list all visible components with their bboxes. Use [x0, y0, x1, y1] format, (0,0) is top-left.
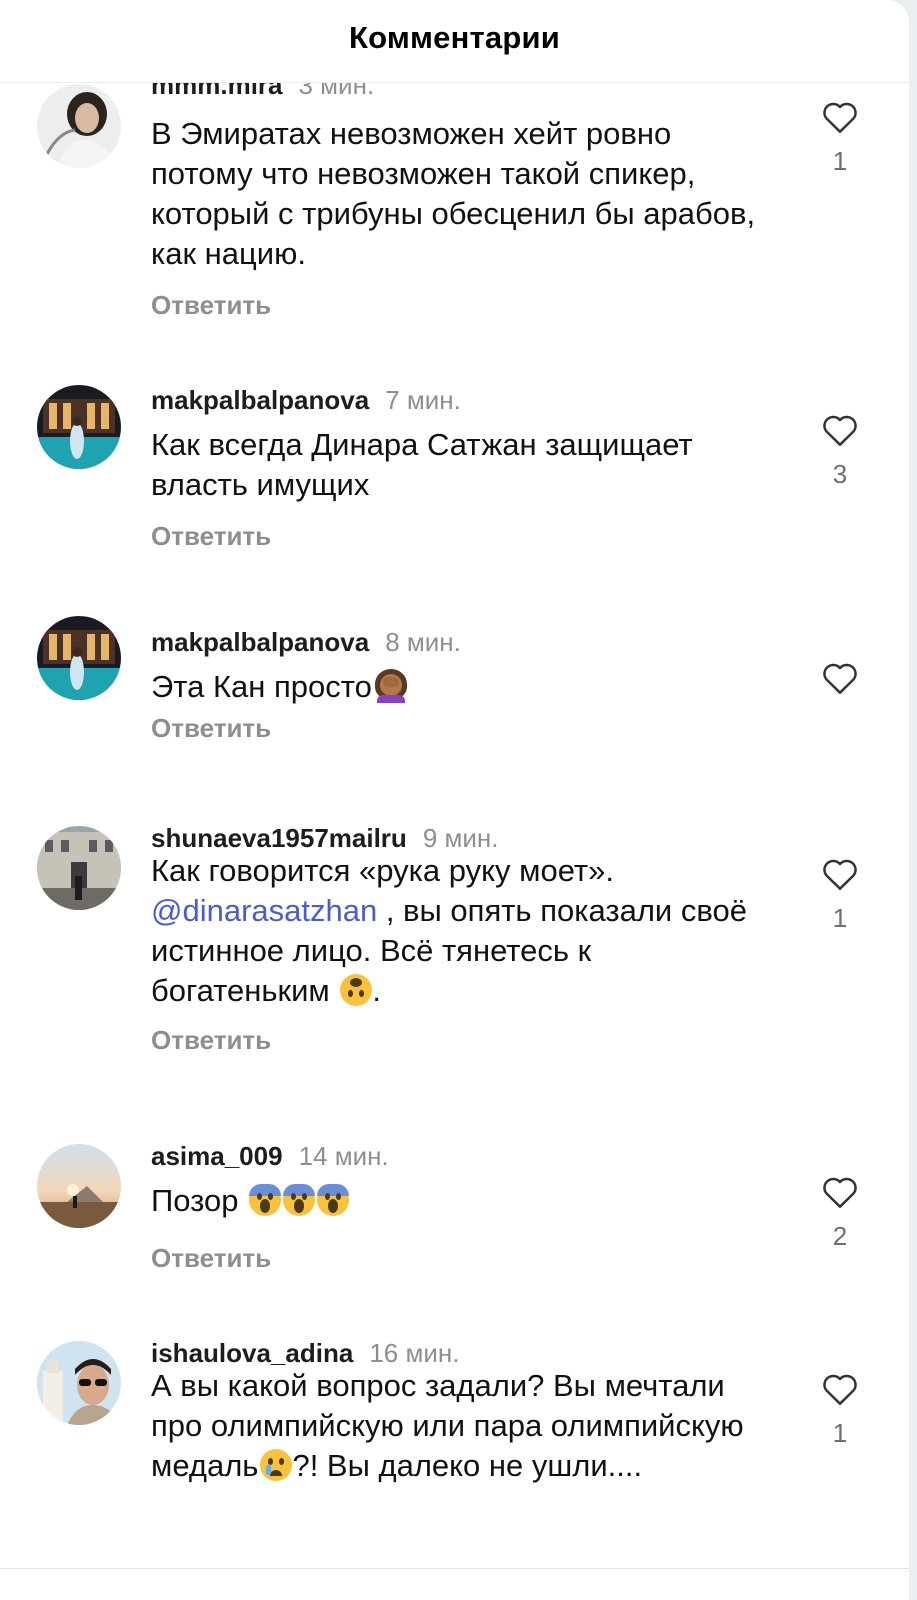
comment-text-part: . — [372, 973, 381, 1008]
comment-text-part: ?! Вы далеко не ушли.... — [292, 1448, 643, 1483]
comment-meta: asima_009 14 мин. — [151, 1139, 389, 1173]
sheet-header: Комментарии — [0, 0, 909, 83]
like-count: 1 — [832, 1418, 848, 1448]
like-control: 1 — [820, 1372, 860, 1449]
reply-button[interactable]: Ответить — [151, 521, 271, 552]
avatar[interactable] — [37, 385, 121, 469]
comment-text: Позор — [151, 1181, 771, 1221]
heart-icon[interactable] — [821, 100, 859, 134]
comment-text: А вы какой вопрос задали? Вы мечтали про… — [151, 1366, 771, 1486]
username[interactable]: ishaulova_adina — [151, 1338, 353, 1368]
comments-list[interactable]: mmm.mira 3 мин. В Эмиратах невозможен хей… — [0, 0, 909, 1568]
like-control — [820, 661, 860, 695]
username[interactable]: makpalbalpanova — [151, 385, 369, 415]
like-count: 1 — [832, 146, 848, 176]
reply-button[interactable]: Ответить — [151, 713, 271, 744]
woman-facepalming-emoji-icon — [374, 669, 408, 703]
comment-meta: makpalbalpanova 8 мин. — [151, 625, 461, 659]
face-screaming-emoji-icon — [317, 1184, 350, 1216]
comment-text-part: Эта Кан просто — [151, 669, 372, 704]
face-screaming-emoji-icon — [283, 1184, 316, 1216]
emoji-bar[interactable] — [0, 1568, 909, 1600]
comment-time: 14 мин. — [298, 1141, 389, 1171]
comment-text-part: Как говорится «рука руку моет». — [151, 853, 614, 888]
comment-text: Эта Кан просто — [151, 667, 771, 707]
comment-time: 16 мин. — [369, 1338, 460, 1368]
comment-text: В Эмиратах невозможен хейт ровно потому … — [151, 116, 756, 271]
comment-time: 8 мин. — [385, 627, 461, 657]
comment-text: Как всегда Динара Сатжан защищает власть… — [151, 427, 693, 502]
comment-meta: shunaeva1957mailru 9 мин. — [151, 821, 498, 855]
comment-time: 9 мин. — [422, 823, 499, 853]
upside-down-face-emoji-icon — [340, 974, 373, 1006]
like-count: 2 — [832, 1221, 848, 1251]
like-control: 1 — [820, 100, 860, 177]
mention-link[interactable]: @dinarasatzhan — [151, 893, 377, 928]
like-control: 3 — [820, 413, 860, 490]
avatar-sunset-icon — [37, 1144, 121, 1228]
comment-text: Как говорится «рука руку моет». @dinarasa… — [151, 851, 771, 1011]
comments-sheet: mmm.mira 3 мин. В Эмиратах невозможен хей… — [0, 0, 909, 1600]
like-control: 1 — [820, 857, 860, 934]
comment-meta: makpalbalpanova 7 мин. — [151, 383, 461, 417]
comment-text-part: Позор — [151, 1183, 248, 1218]
page-title: Комментарии — [349, 20, 560, 55]
heart-icon[interactable] — [821, 857, 859, 891]
avatar[interactable] — [37, 1144, 121, 1228]
avatar[interactable] — [37, 1341, 121, 1425]
heart-icon[interactable] — [821, 661, 859, 695]
face-screaming-emoji-icon — [249, 1184, 282, 1216]
avatar-woman-portrait-icon — [37, 84, 121, 168]
avatar[interactable] — [37, 826, 121, 910]
reply-button[interactable]: Ответить — [151, 1243, 271, 1274]
avatar-selfie-sunglasses-icon — [37, 1341, 121, 1425]
heart-icon[interactable] — [821, 1372, 859, 1406]
username[interactable]: shunaeva1957mailru — [151, 823, 407, 853]
heart-icon[interactable] — [821, 413, 859, 447]
comment-time: 7 мин. — [385, 385, 461, 415]
reply-button[interactable]: Ответить — [151, 290, 271, 321]
avatar-pool-night-icon — [37, 616, 121, 700]
username[interactable]: asima_009 — [151, 1141, 283, 1171]
crying-face-emoji-icon — [260, 1449, 293, 1481]
heart-icon[interactable] — [821, 1175, 859, 1209]
username[interactable]: makpalbalpanova — [151, 627, 369, 657]
like-count: 3 — [832, 459, 848, 489]
like-count: 1 — [832, 903, 848, 933]
reply-button[interactable]: Ответить — [151, 1025, 271, 1056]
comment-meta: ishaulova_adina 16 мин. — [151, 1336, 459, 1370]
avatar-pool-night-icon — [37, 385, 121, 469]
like-control: 2 — [820, 1175, 860, 1252]
avatar[interactable] — [37, 616, 121, 700]
avatar[interactable] — [37, 84, 121, 168]
avatar-building-icon — [37, 826, 121, 910]
